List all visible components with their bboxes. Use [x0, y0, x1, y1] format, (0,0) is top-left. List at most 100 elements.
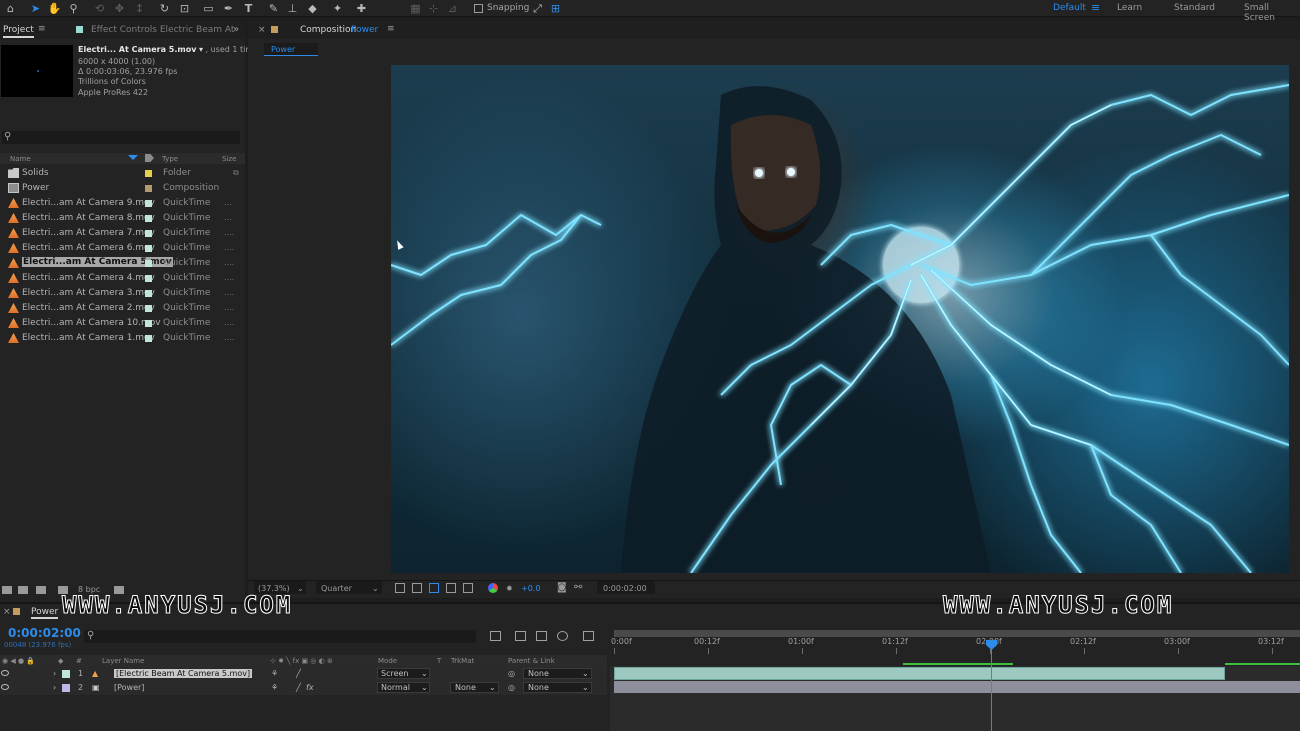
pan-behind-tool-icon[interactable]: ⊡: [177, 1, 192, 16]
tab-project[interactable]: Project: [3, 25, 34, 38]
frame-blending-icon[interactable]: [557, 631, 568, 641]
shy-switch-icon[interactable]: ⚘: [271, 683, 278, 692]
hand-tool-icon[interactable]: ✋: [47, 1, 62, 16]
label-swatch[interactable]: [145, 320, 152, 327]
label-swatch[interactable]: [145, 335, 152, 342]
workspace-default[interactable]: Default: [1053, 3, 1086, 13]
flowchart-icon[interactable]: ⧉: [233, 168, 239, 178]
view-axis-icon[interactable]: ⊿: [445, 1, 460, 16]
list-item[interactable]: Electri...am At Camera 3.mov QuickTime...…: [0, 286, 245, 301]
hide-shy-layers-icon[interactable]: [536, 631, 547, 641]
pickwhip-icon[interactable]: ◎: [508, 669, 515, 678]
label-swatch[interactable]: [145, 170, 152, 177]
3d-view-icon[interactable]: [446, 583, 456, 593]
pickwhip-icon[interactable]: ◎: [508, 683, 515, 692]
list-item[interactable]: Electri...am At Camera 8.mov QuickTime...: [0, 211, 245, 226]
column-t[interactable]: T: [437, 657, 441, 665]
snapshot-camera-icon[interactable]: ◙: [557, 582, 567, 593]
pen-tool-icon[interactable]: ✒: [221, 1, 236, 16]
tab-timeline-power[interactable]: Power: [31, 607, 59, 619]
dolly-camera-icon[interactable]: ↕: [132, 1, 147, 16]
composition-flowchart-icon[interactable]: [490, 631, 501, 641]
list-item[interactable]: Electri...am At Camera 10.mov QuickTime..…: [0, 316, 245, 331]
composition-tab-word[interactable]: Composition: [300, 25, 356, 35]
current-time-indicator[interactable]: [991, 643, 992, 731]
list-item[interactable]: Electri...am At Camera 9.mov QuickTime...: [0, 196, 245, 211]
list-item[interactable]: Electri...am At Camera 7.mov QuickTime...…: [0, 226, 245, 241]
timeline-current-time[interactable]: 0:00:02:00: [8, 626, 81, 640]
timeline-search-input[interactable]: [84, 630, 476, 643]
interpret-footage-icon[interactable]: [2, 586, 12, 594]
panel-menu-icon[interactable]: ≡: [387, 24, 395, 34]
label-swatch[interactable]: [145, 230, 152, 237]
list-item[interactable]: Electri...am At Camera 2.mov QuickTime...…: [0, 301, 245, 316]
label-swatch[interactable]: [145, 260, 152, 267]
twirl-chevron-icon[interactable]: ›: [53, 683, 56, 692]
table-row[interactable]: › 2 ▣ [Power] ⚘ ╱ fx Normal ⌄ None ⌄ ◎ None ⌄: [0, 681, 607, 695]
region-of-interest-icon[interactable]: [395, 583, 405, 593]
visibility-eye-icon[interactable]: [1, 670, 9, 676]
roto-brush-tool-icon[interactable]: ✦: [330, 1, 345, 16]
column-name[interactable]: Name: [10, 155, 31, 163]
puppet-pin-tool-icon[interactable]: ✚: [354, 1, 369, 16]
transparency-grid-icon[interactable]: [412, 583, 422, 593]
color-channels-icon[interactable]: [488, 583, 498, 593]
column-type[interactable]: Type: [162, 155, 178, 163]
draft-3d-icon[interactable]: [515, 631, 526, 641]
twirl-chevron-icon[interactable]: ›: [53, 669, 56, 678]
panel-menu-icon[interactable]: ≡: [38, 24, 46, 34]
workspace-small-screen[interactable]: Small Screen: [1244, 3, 1300, 23]
label-swatch[interactable]: [62, 684, 70, 692]
label-column-icon[interactable]: ◆: [58, 657, 63, 665]
close-icon[interactable]: ×: [3, 607, 11, 617]
column-trkmat[interactable]: TrkMat: [451, 657, 474, 665]
quality-switch-icon[interactable]: ╱: [296, 669, 301, 678]
table-row[interactable]: › 1 ▲ [Electric Beam At Camera 5.mov] ⚘ ╱ Scre…: [0, 667, 607, 681]
rotation-tool-icon[interactable]: ↻: [157, 1, 172, 16]
new-composition-icon[interactable]: [36, 586, 46, 594]
workspace-menu-icon[interactable]: ≡: [1091, 1, 1100, 14]
composition-tab-name[interactable]: Power: [351, 25, 378, 35]
label-swatch[interactable]: [145, 275, 152, 282]
mask-visibility-icon[interactable]: [429, 583, 439, 593]
list-item[interactable]: Electri...am At Camera 6.mov QuickTime...…: [0, 241, 245, 256]
pan-camera-icon[interactable]: ✥: [112, 1, 127, 16]
new-folder-icon[interactable]: [18, 586, 28, 594]
eraser-tool-icon[interactable]: ◆: [305, 1, 320, 16]
label-swatch[interactable]: [145, 185, 152, 192]
home-icon[interactable]: ⌂: [3, 1, 18, 16]
project-search-input[interactable]: [2, 131, 240, 144]
local-axis-icon[interactable]: ▦: [408, 1, 423, 16]
list-item[interactable]: Electri...am At Camera 1.mov QuickTime...…: [0, 331, 245, 346]
label-swatch[interactable]: [145, 290, 152, 297]
label-swatch[interactable]: [145, 245, 152, 252]
rectangle-tool-icon[interactable]: ▭: [201, 1, 216, 16]
composition-viewer[interactable]: [391, 65, 1289, 573]
tab-effect-controls[interactable]: Effect Controls Electric Beam At: [91, 25, 234, 35]
zoom-tool-icon[interactable]: ⚲: [66, 1, 81, 16]
column-size[interactable]: Size: [222, 155, 236, 163]
visibility-eye-icon[interactable]: [1, 684, 9, 690]
layer-name[interactable]: [Power]: [114, 683, 144, 692]
chevron-down-icon[interactable]: ▾: [199, 45, 203, 54]
label-swatch[interactable]: [145, 305, 152, 312]
list-item[interactable]: Electri...am At Camera 5.mov QuickTime...…: [0, 256, 245, 271]
snapping-checkbox[interactable]: [474, 4, 483, 13]
exposure-value[interactable]: +0.0: [521, 584, 540, 593]
sort-descending-icon[interactable]: [128, 155, 138, 160]
world-axis-icon[interactable]: ⊹: [426, 1, 441, 16]
layer-name[interactable]: [Electric Beam At Camera 5.mov]: [114, 669, 253, 678]
quality-switch-icon[interactable]: ╱: [296, 683, 301, 692]
label-swatch[interactable]: [62, 670, 70, 678]
snap-features-icon[interactable]: ⊞: [548, 1, 563, 16]
column-layer-name[interactable]: Layer Name: [102, 657, 144, 665]
brush-tool-icon[interactable]: ✎: [266, 1, 281, 16]
list-item[interactable]: Electri...am At Camera 4.mov QuickTime...…: [0, 271, 245, 286]
work-area-bar[interactable]: [614, 630, 1300, 637]
label-swatch[interactable]: [145, 200, 152, 207]
list-item[interactable]: Solids Folder ⧉: [0, 166, 245, 181]
workspace-standard[interactable]: Standard: [1174, 3, 1215, 13]
expand-panels-icon[interactable]: »: [233, 24, 239, 35]
orbit-camera-icon[interactable]: ⟲: [92, 1, 107, 16]
list-item[interactable]: Power Composition: [0, 181, 245, 196]
